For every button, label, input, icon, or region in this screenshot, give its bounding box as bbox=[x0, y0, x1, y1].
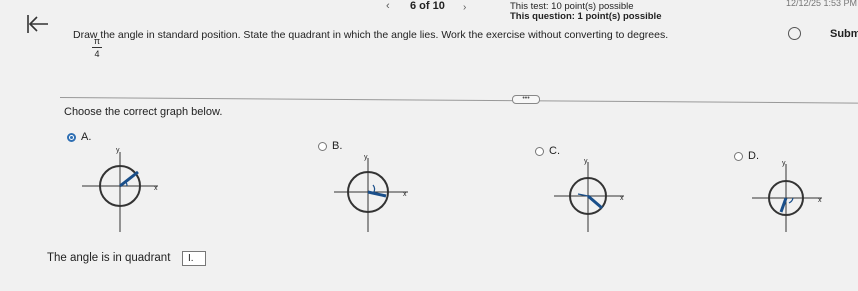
x-axis-label: x bbox=[154, 185, 158, 192]
answer-label: The angle is in quadrant bbox=[47, 252, 171, 264]
question-points: This question: 1 point(s) possible bbox=[510, 11, 662, 22]
radio-option-c[interactable] bbox=[535, 146, 544, 156]
graph-option-a[interactable]: x y bbox=[80, 146, 166, 236]
graph-option-b[interactable]: x y bbox=[328, 152, 414, 234]
y-axis-label: y bbox=[584, 158, 588, 165]
angle-fraction: π 4 bbox=[92, 36, 102, 59]
graph-option-d[interactable]: x y bbox=[748, 158, 828, 234]
fraction-denominator: 4 bbox=[94, 49, 100, 59]
radio-option-b[interactable] bbox=[318, 141, 327, 151]
option-a[interactable]: A. bbox=[67, 131, 91, 143]
x-axis-label: x bbox=[403, 191, 407, 198]
gear-icon[interactable] bbox=[788, 27, 801, 40]
option-b[interactable]: B. bbox=[318, 140, 342, 152]
timestamp: 12/12/25 1:53 PM bbox=[786, 0, 858, 8]
submit-button[interactable]: Submi bbox=[830, 28, 858, 40]
x-axis-label: x bbox=[818, 197, 822, 204]
y-axis-label: y bbox=[364, 154, 368, 161]
question-text: Draw the angle in standard position. Sta… bbox=[73, 29, 669, 41]
option-a-label: A. bbox=[81, 131, 92, 143]
test-info: This test: 10 point(s) possible This que… bbox=[510, 2, 661, 22]
fraction-bar bbox=[92, 47, 102, 48]
graph-option-c[interactable]: x y bbox=[550, 156, 630, 234]
radio-option-a[interactable] bbox=[67, 132, 76, 142]
chevron-left-icon[interactable]: ‹ bbox=[386, 0, 390, 12]
chevron-right-icon[interactable]: › bbox=[463, 2, 466, 13]
y-axis-label: y bbox=[782, 160, 786, 167]
x-axis-label: x bbox=[620, 195, 624, 202]
instruction-text: Choose the correct graph below. bbox=[64, 106, 223, 118]
question-counter: 6 of 10 bbox=[410, 0, 445, 12]
option-b-label: B. bbox=[332, 140, 343, 152]
more-button[interactable]: ••• bbox=[512, 95, 540, 104]
y-axis-label: y bbox=[116, 147, 120, 154]
back-arrow-icon[interactable] bbox=[26, 12, 50, 36]
divider bbox=[59, 97, 858, 104]
quadrant-answer-input[interactable]: I. bbox=[182, 251, 206, 266]
fraction-numerator: π bbox=[93, 36, 101, 46]
radio-option-d[interactable] bbox=[734, 151, 743, 161]
